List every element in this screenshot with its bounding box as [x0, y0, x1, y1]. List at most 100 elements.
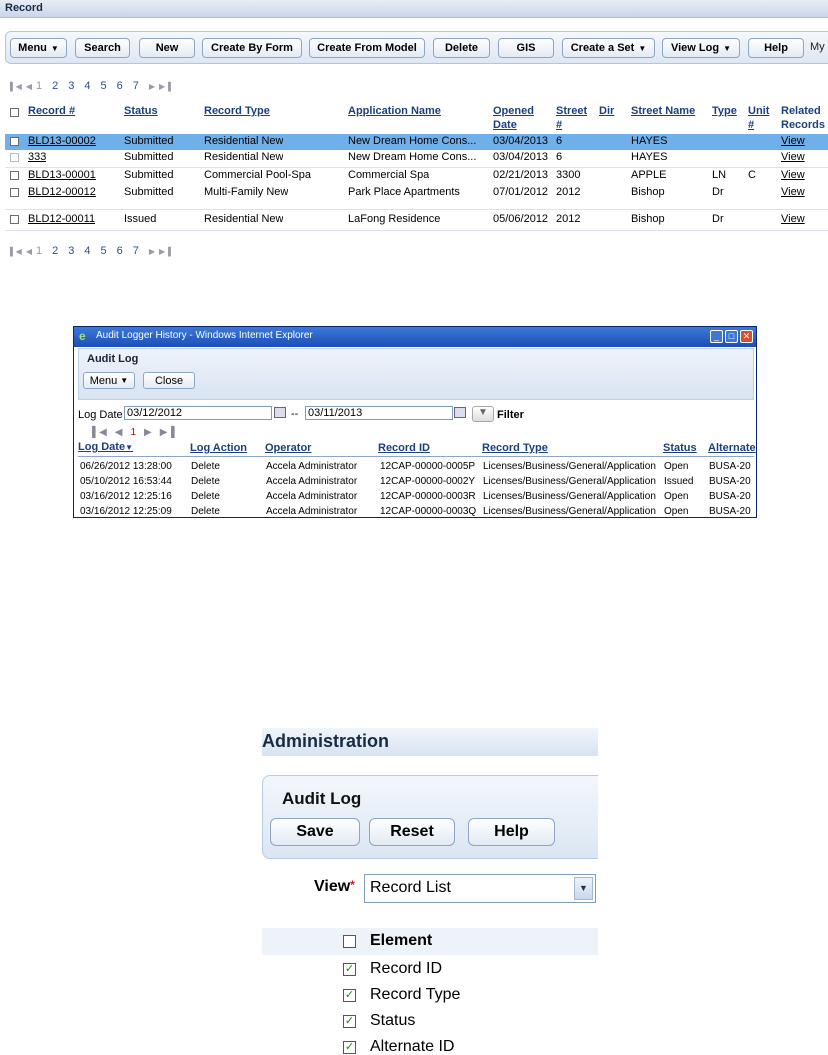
col-alternate[interactable]: Alternate — [708, 442, 756, 454]
col-operator[interactable]: Operator — [265, 442, 311, 454]
calendar-icon[interactable] — [274, 407, 286, 418]
col-application-name[interactable]: Application Name — [348, 104, 441, 118]
last-page-icon[interactable]: ▶▐ — [159, 82, 171, 91]
col-log-date[interactable]: Log Date▼ — [78, 441, 133, 453]
record-link[interactable]: BLD12-00011 — [28, 213, 95, 225]
page-link[interactable]: 6 — [117, 80, 123, 92]
col-street-line2: # — [556, 119, 563, 131]
next-page-icon[interactable]: ▶ — [149, 82, 155, 91]
chevron-down-icon[interactable]: ▼ — [574, 877, 593, 900]
record-link[interactable]: BLD13-00002 — [28, 135, 96, 147]
row-checkbox[interactable] — [10, 137, 19, 146]
help-button[interactable]: Help — [468, 818, 555, 846]
col-unit[interactable]: Unit # — [748, 104, 769, 132]
maximize-icon[interactable]: □ — [725, 330, 738, 343]
view-link[interactable]: View — [781, 135, 805, 147]
col-street-name[interactable]: Street Name — [631, 104, 695, 118]
help-button[interactable]: Help — [748, 38, 804, 58]
calendar-icon[interactable] — [454, 407, 466, 418]
prev-page-icon[interactable]: ◀ — [26, 247, 32, 256]
filter-icon[interactable]: ▼ — [472, 406, 494, 422]
audit-close-button[interactable]: Close — [143, 372, 195, 389]
cell-record-type: Licenses/Business/General/Application — [483, 506, 656, 517]
col-log-action[interactable]: Log Action — [190, 442, 247, 454]
create-from-model-button[interactable]: Create From Model — [309, 38, 425, 58]
new-button[interactable]: New — [139, 38, 195, 58]
view-link[interactable]: View — [781, 169, 805, 181]
search-button[interactable]: Search — [75, 38, 130, 58]
date-to-input[interactable]: 03/11/2013 — [305, 406, 453, 420]
element-checkbox[interactable]: ✓ — [343, 989, 356, 1002]
cell-application-name: New Dream Home Cons... — [348, 135, 477, 147]
filter-label[interactable]: Filter — [497, 409, 524, 421]
col-status[interactable]: Status — [124, 104, 158, 118]
last-page-icon[interactable]: ▶▐ — [159, 247, 171, 256]
page-link[interactable]: 5 — [100, 245, 106, 257]
first-page-icon[interactable]: ▌◀ — [10, 82, 22, 91]
reset-button[interactable]: Reset — [369, 818, 455, 846]
col-status[interactable]: Status — [663, 442, 697, 454]
save-button[interactable]: Save — [270, 818, 360, 846]
page-link[interactable]: 7 — [133, 245, 139, 257]
view-link[interactable]: View — [781, 186, 805, 198]
col-street[interactable]: Street # — [556, 104, 587, 132]
element-checkbox[interactable]: ✓ — [343, 963, 356, 976]
prev-page-icon[interactable]: ◀ — [26, 82, 32, 91]
view-log-button[interactable]: View Log ▼ — [662, 38, 740, 58]
record-link[interactable]: BLD12-00012 — [28, 186, 96, 198]
col-record-type[interactable]: Record Type — [204, 104, 270, 118]
delete-button[interactable]: Delete — [433, 38, 490, 58]
page-link[interactable]: 7 — [133, 80, 139, 92]
select-all-checkbox[interactable] — [10, 108, 19, 117]
page-link[interactable]: 5 — [100, 80, 106, 92]
menu-button[interactable]: Menu ▼ — [10, 38, 67, 58]
table-row[interactable]: BLD13-00001 Submitted Commercial Pool-Sp… — [5, 168, 828, 184]
view-link[interactable]: View — [781, 213, 805, 225]
col-opened-line1: Opened — [493, 105, 534, 117]
row-checkbox[interactable] — [10, 215, 19, 224]
first-page-icon[interactable]: ▌◀ — [10, 247, 22, 256]
col-related-records: Related Records — [781, 104, 825, 132]
record-link[interactable]: 333 — [28, 151, 46, 163]
element-checkbox[interactable]: ✓ — [343, 1015, 356, 1028]
close-icon[interactable]: ✕ — [740, 330, 753, 343]
create-by-form-button[interactable]: Create By Form — [202, 38, 302, 58]
col-record[interactable]: Record # — [28, 104, 75, 118]
table-row[interactable]: BLD12-00012 Submitted Multi-Family New P… — [5, 185, 828, 201]
col-dir[interactable]: Dir — [599, 104, 614, 118]
col-record-id[interactable]: Record ID — [378, 442, 430, 454]
row-checkbox[interactable] — [10, 171, 19, 180]
select-all-elements-checkbox[interactable]: ✓ — [343, 935, 356, 948]
table-row[interactable]: BLD12-00011 Issued Residential New LaFon… — [5, 212, 828, 228]
date-from-input[interactable]: 03/12/2012 — [124, 406, 272, 420]
page-link[interactable]: 2 — [52, 245, 58, 257]
col-opened-date[interactable]: Opened Date — [493, 104, 534, 132]
page-link[interactable]: 3 — [68, 80, 74, 92]
minimize-icon[interactable]: _ — [710, 330, 723, 343]
next-page-icon[interactable]: ▶ — [149, 247, 155, 256]
first-page-icon[interactable]: ▌◀ — [92, 427, 107, 438]
create-a-set-button[interactable]: Create a Set ▼ — [562, 38, 655, 58]
table-row[interactable]: BLD13-00002 Submitted Residential New Ne… — [5, 134, 828, 150]
row-checkbox[interactable] — [10, 188, 19, 197]
record-link[interactable]: BLD13-00001 — [28, 169, 96, 181]
page-link[interactable]: 2 — [52, 80, 58, 92]
prev-page-icon[interactable]: ◀ — [115, 427, 123, 438]
table-row[interactable]: 333 Submitted Residential New New Dream … — [5, 150, 828, 166]
gis-button[interactable]: GIS — [498, 38, 554, 58]
col-unit-line1: Unit — [748, 105, 770, 117]
audit-menu-button[interactable]: Menu ▼ — [83, 372, 135, 389]
cell-opened: 05/06/2012 — [493, 213, 549, 225]
last-page-icon[interactable]: ▶▐ — [160, 427, 175, 438]
page-link[interactable]: 6 — [117, 245, 123, 257]
element-checkbox[interactable]: ✓ — [343, 1041, 356, 1054]
next-page-icon[interactable]: ▶ — [144, 427, 152, 438]
page-link[interactable]: 4 — [84, 80, 90, 92]
page-link[interactable]: 4 — [84, 245, 90, 257]
page-link[interactable]: 3 — [68, 245, 74, 257]
view-link[interactable]: View — [781, 151, 805, 163]
row-checkbox[interactable] — [10, 153, 19, 162]
col-type[interactable]: Type — [712, 104, 737, 118]
view-select[interactable]: Record List ▼ — [364, 874, 596, 903]
col-record-type[interactable]: Record Type — [482, 442, 548, 454]
